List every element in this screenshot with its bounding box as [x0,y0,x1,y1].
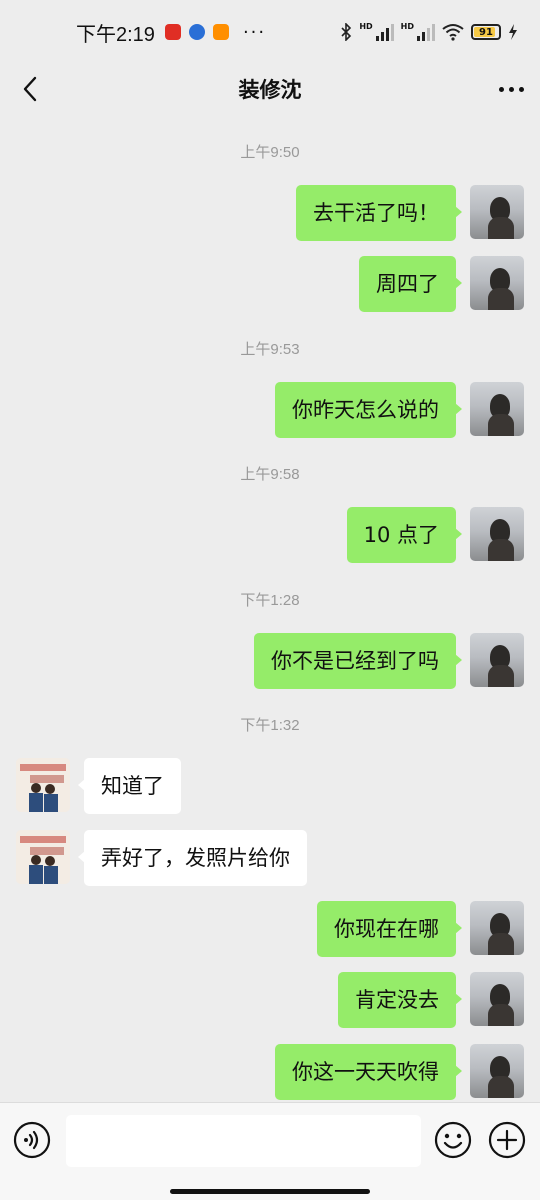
home-indicator[interactable] [170,1189,370,1194]
message-bubble[interactable]: 你现在在哪 [317,901,462,957]
message-row-outgoing: 你昨天怎么说的 [0,382,540,438]
app-icon [188,24,205,40]
avatar[interactable] [470,633,524,687]
timestamp: 上午9:58 [240,466,300,483]
message-input[interactable] [66,1115,421,1167]
avatar[interactable] [470,901,524,955]
message-bubble[interactable]: 周四了 [359,256,462,312]
message-row-outgoing: 肯定没去 [0,972,540,1028]
avatar[interactable] [470,256,524,310]
message-row-outgoing: 去干活了吗！ [0,185,540,241]
message-row-incoming: 弄好了，发照片给你 [0,830,540,886]
message-row-outgoing: 你不是已经到了吗 [0,633,540,689]
contact-avatar-image [16,758,70,812]
message-bubble[interactable]: 去干活了吗！ [296,185,462,241]
wifi-icon [442,24,464,41]
message-list[interactable]: 上午9:50 去干活了吗！ 周四了 上午9:53 你昨天怎么说的 上午9:58 … [0,114,540,1102]
message-bubble[interactable]: 你这一天天吹得 [275,1044,462,1100]
avatar[interactable] [470,1044,524,1098]
back-button[interactable] [16,73,44,105]
message-row-outgoing: 你这一天天吹得 [0,1044,540,1100]
message-bubble[interactable]: 10 点了 [346,507,463,563]
message-row-outgoing: 你现在在哪 [0,901,540,957]
battery-icon: 91 [471,24,501,40]
message-bubble[interactable]: 肯定没去 [338,972,462,1028]
page-title: 装修沈 [238,78,302,102]
timestamp: 下午1:32 [240,717,300,734]
timestamp: 上午9:50 [240,144,300,161]
emoji-icon [434,1121,472,1159]
message-bubble[interactable]: 你不是已经到了吗 [254,633,462,689]
more-options-button[interactable] [496,74,526,104]
input-bar [0,1102,540,1200]
chevron-left-icon [23,76,37,102]
message-row-outgoing: 周四了 [0,256,540,312]
signal-2-icon: HD [401,23,435,41]
message-row-outgoing: 10 点了 [0,507,540,563]
voice-icon [13,1121,51,1159]
battery-level: 91 [479,26,493,38]
bluetooth-icon [341,23,352,41]
plus-icon [488,1121,526,1159]
contact-avatar-image [16,830,70,884]
avatar[interactable] [16,758,70,812]
chat-header: 装修沈 [0,64,540,114]
message-bubble[interactable]: 知道了 [78,758,181,814]
timestamp: 下午1:28 [240,592,300,609]
avatar[interactable] [470,382,524,436]
charging-icon [509,24,517,40]
more-notifications-icon: ··· [242,21,267,43]
status-time: 下午2:19 [76,23,155,46]
signal-1-icon: HD [359,23,394,41]
avatar[interactable] [470,972,524,1026]
more-functions-button[interactable] [488,1121,526,1159]
avatar[interactable] [470,185,524,239]
status-bar: 下午2:19 ··· HD HD 91 [0,0,540,64]
timestamp: 上午9:53 [240,341,300,358]
message-bubble[interactable]: 弄好了，发照片给你 [78,830,307,886]
taobao-icon [212,24,229,40]
voice-button[interactable] [13,1121,51,1159]
message-row-incoming: 知道了 [0,758,540,814]
emoji-button[interactable] [434,1121,472,1159]
avatar[interactable] [470,507,524,561]
message-bubble[interactable]: 你昨天怎么说的 [275,382,462,438]
avatar[interactable] [16,830,70,884]
pinduoduo-icon [164,24,181,40]
